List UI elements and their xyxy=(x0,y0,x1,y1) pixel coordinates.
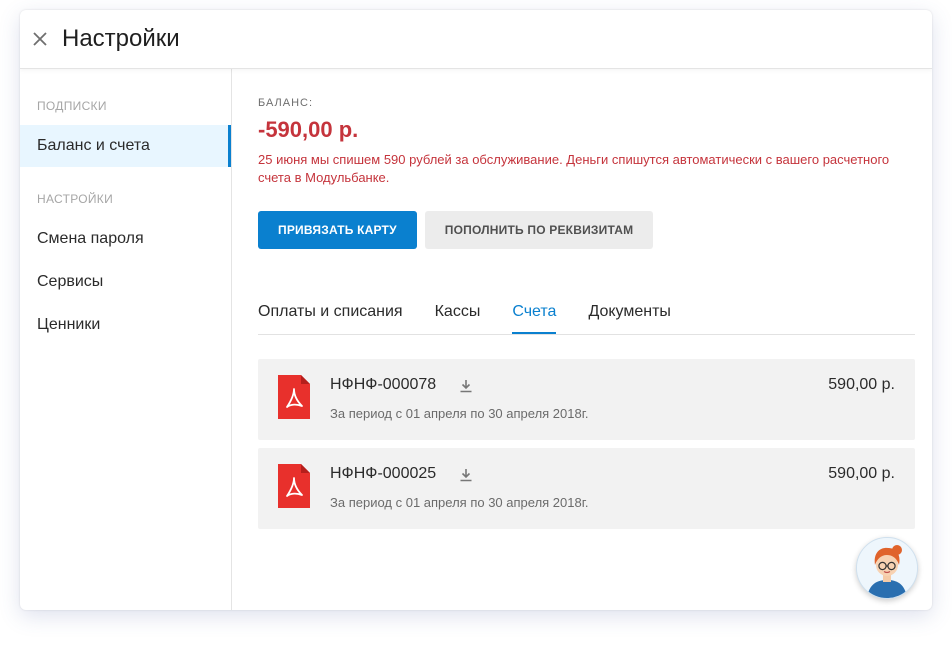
tab-invoices[interactable]: Счета xyxy=(512,301,557,334)
sidebar: ПОДПИСКИ Баланс и счета НАСТРОЙКИ Смена … xyxy=(20,69,232,610)
download-icon[interactable] xyxy=(458,378,474,394)
invoice-row[interactable]: НФНФ-000025 За период с 01 апреля по 30 … xyxy=(258,448,915,529)
invoice-row[interactable]: НФНФ-000078 За период с 01 апреля по 30 … xyxy=(258,359,915,440)
top-up-button[interactable]: ПОПОЛНИТЬ ПО РЕКВИЗИТАМ xyxy=(424,211,654,249)
close-icon xyxy=(33,32,47,46)
invoice-amount: 590,00 р. xyxy=(828,376,895,393)
sidebar-section-subscriptions: ПОДПИСКИ xyxy=(37,99,107,113)
header: Настройки xyxy=(20,10,932,69)
invoice-period: За период с 01 апреля по 30 апреля 2018г… xyxy=(330,495,589,510)
main-content: БАЛАНС: -590,00 р. 25 июня мы спишем 590… xyxy=(258,69,915,610)
balance-note: 25 июня мы спишем 590 рублей за обслужив… xyxy=(258,152,890,185)
balance-amount: -590,00 р. xyxy=(258,117,359,142)
invoice-number: НФНФ-000025 xyxy=(330,465,437,482)
sidebar-item-balance[interactable]: Баланс и счета xyxy=(20,125,231,167)
settings-window: Настройки ПОДПИСКИ Баланс и счета НАСТРО… xyxy=(20,10,932,610)
pdf-file-icon xyxy=(278,375,310,419)
invoice-number: НФНФ-000078 xyxy=(330,376,437,393)
close-button[interactable] xyxy=(22,21,58,57)
balance-actions: ПРИВЯЗАТЬ КАРТУ ПОПОЛНИТЬ ПО РЕКВИЗИТАМ xyxy=(258,211,915,249)
invoice-amount: 590,00 р. xyxy=(828,465,895,482)
assistant-avatar[interactable] xyxy=(856,537,918,599)
invoice-period: За период с 01 апреля по 30 апреля 2018г… xyxy=(330,406,589,421)
balance-label: БАЛАНС: xyxy=(258,97,314,109)
assistant-avatar-icon xyxy=(857,538,917,598)
sidebar-item-services[interactable]: Сервисы xyxy=(20,261,231,303)
page-title: Настройки xyxy=(62,25,180,52)
pdf-file-icon xyxy=(278,464,310,508)
tab-cash-registers[interactable]: Кассы xyxy=(435,301,481,332)
download-icon[interactable] xyxy=(458,467,474,483)
tab-documents[interactable]: Документы xyxy=(588,301,670,332)
sidebar-item-change-password[interactable]: Смена пароля xyxy=(20,218,231,260)
tabs: Оплаты и списания Кассы Счета Документы xyxy=(258,301,915,335)
sidebar-item-price-tags[interactable]: Ценники xyxy=(20,304,231,346)
bind-card-button[interactable]: ПРИВЯЗАТЬ КАРТУ xyxy=(258,211,417,249)
sidebar-section-settings: НАСТРОЙКИ xyxy=(37,192,114,206)
tab-payments[interactable]: Оплаты и списания xyxy=(258,301,403,332)
